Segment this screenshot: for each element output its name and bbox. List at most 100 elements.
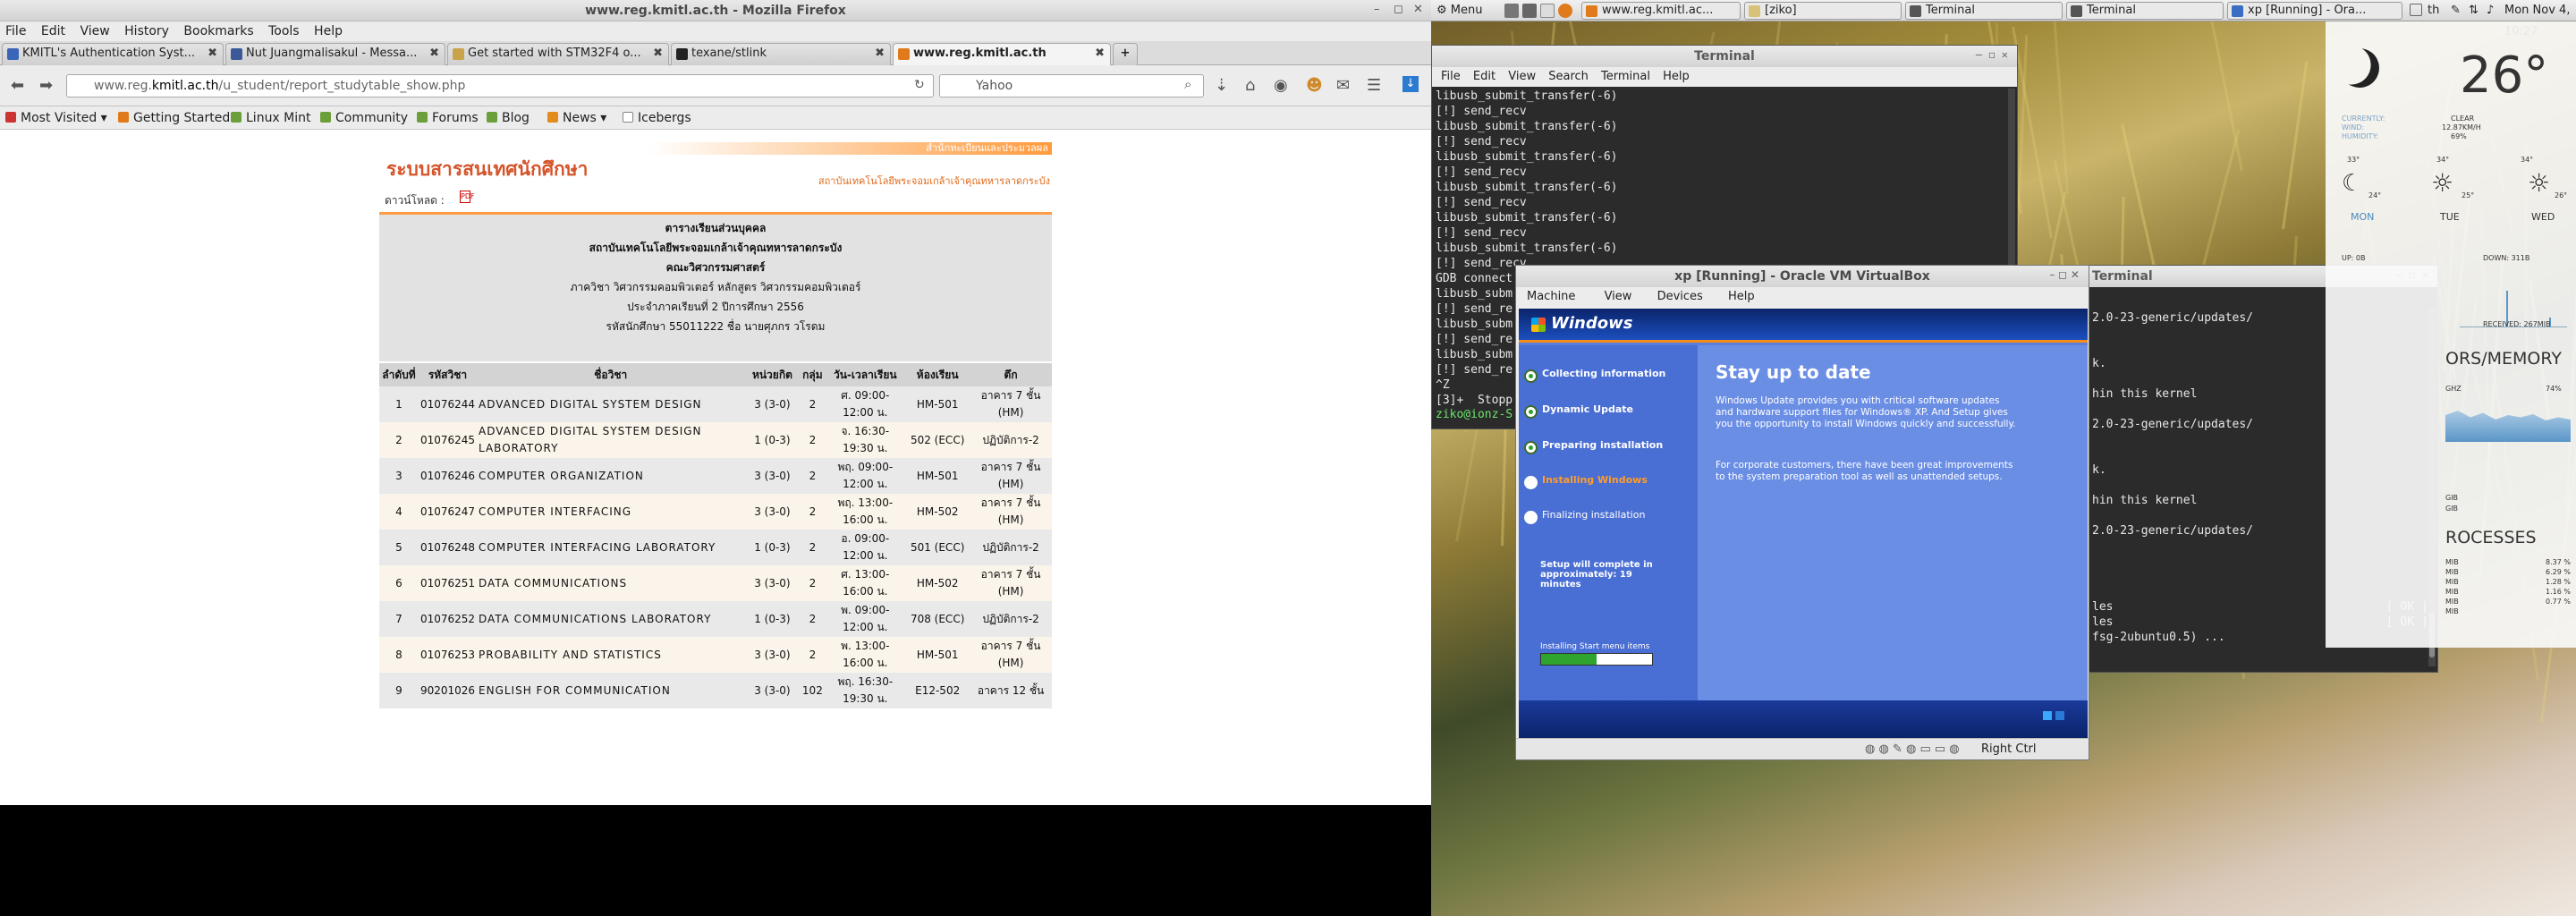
table-row: 4 01076247 COMPUTER INTERFACING 3 (3-0) 2 พฤ.… (379, 494, 1052, 530)
forward-icon[interactable]: ➡ (39, 76, 53, 95)
table-cell: 2 (800, 386, 826, 422)
download-arrow-icon[interactable]: ↓ (1402, 76, 1419, 92)
table-cell: HM-501 (905, 637, 970, 673)
vbox-menubar: Machine View Devices Help (1516, 287, 2089, 307)
close-tab-icon[interactable]: ✖ (653, 44, 663, 64)
task-ziko[interactable]: [ziko] (1744, 2, 1902, 20)
menu-help[interactable]: Help (314, 24, 343, 38)
minimize-icon[interactable]: – (1374, 3, 1380, 16)
table-cell: 2 (800, 458, 826, 494)
keyboard-layout[interactable]: th (2428, 0, 2439, 21)
table-cell: 01076248 (418, 530, 478, 565)
volume-tray-icon[interactable]: ♪ (2487, 0, 2494, 21)
task-terminal-1[interactable]: Terminal (1905, 2, 2063, 20)
tool-tray-icon[interactable]: ✎ (2451, 0, 2461, 21)
bookmark-news[interactable]: News ▾ (547, 106, 606, 130)
files-launcher-icon[interactable] (1540, 4, 1555, 18)
tab-reg-kmitl[interactable]: www.reg.kmitl.ac.th ✖ (893, 43, 1111, 65)
menu-button[interactable]: ⚙ Menu (1436, 0, 1483, 21)
menu-search[interactable]: Search (1548, 70, 1589, 83)
table-row: 7 01076252 DATA COMMUNICATIONS LABORATORY 1… (379, 601, 1052, 637)
maximize-icon[interactable]: ◻ (1394, 3, 1403, 16)
search-icon[interactable]: ⌕ (1184, 76, 1191, 92)
window-controls[interactable]: – ◻ ✕ (2049, 268, 2080, 281)
bookmark-blog[interactable]: Blog (487, 106, 530, 130)
checkbox-tray-icon[interactable] (2410, 4, 2422, 16)
bookmark-community[interactable]: Community (320, 106, 408, 130)
table-row: 5 01076248 COMPUTER INTERFACING LABORATORY… (379, 530, 1052, 565)
bookmark-linux-mint[interactable]: Linux Mint (231, 106, 311, 130)
table-cell: 2 (800, 565, 826, 601)
table-cell: จ. 16:30-19:30 น. (825, 422, 906, 458)
system-title: ระบบสารสนเทศนักศึกษา (386, 157, 589, 180)
bookmark-forums[interactable]: Forums (417, 106, 479, 130)
table-cell: HM-502 (905, 565, 970, 601)
column-header: ชื่อวิชา (477, 363, 745, 386)
close-icon[interactable]: ✕ (1413, 3, 1423, 16)
vm-screen[interactable]: Windows Collecting information Dynamic U… (1519, 309, 2088, 738)
process-cpu: 6.29 % (2546, 568, 2571, 576)
window-controls[interactable]: – ◻ ✕ (1976, 48, 2008, 61)
menu-view[interactable]: View (1508, 70, 1536, 83)
close-tab-icon[interactable]: ✖ (1095, 44, 1105, 64)
new-tab-button[interactable]: + (1113, 43, 1138, 65)
bookmark-getting-started[interactable]: Getting Started (118, 106, 230, 130)
bookmark-most-visited[interactable]: Most Visited ▾ (5, 106, 107, 130)
process-mem: MIB (2445, 568, 2459, 576)
addon-icon[interactable]: ◉ (1274, 76, 1288, 95)
firefox-launcher-icon[interactable] (1558, 4, 1572, 18)
close-tab-icon[interactable]: ✖ (429, 44, 439, 64)
terminal-launcher-icon[interactable] (1522, 4, 1537, 18)
bookmark-icebergs[interactable]: Icebergs (623, 106, 691, 130)
menu-tools[interactable]: Tools (268, 24, 300, 38)
menu-devices[interactable]: Devices (1657, 290, 1703, 303)
menu-file[interactable]: File (1441, 70, 1461, 83)
home-icon[interactable]: ⌂ (1245, 76, 1255, 95)
menu-edit[interactable]: Edit (41, 24, 65, 38)
menu-bookmarks[interactable]: Bookmarks (183, 24, 253, 38)
terminal-line: libusb_submit_transfer(-6) (1436, 150, 1618, 164)
process-row: MIB 6.29 % (2445, 568, 2571, 578)
task-virtualbox[interactable]: xp [Running] - Ora... (2227, 2, 2402, 20)
table-cell: 502 (ECC) (905, 422, 970, 458)
reload-icon[interactable]: ↻ (914, 78, 925, 92)
process-row: MIB 1.28 % (2445, 578, 2571, 588)
menu-terminal[interactable]: Terminal (1601, 70, 1650, 83)
greasemonkey-icon[interactable]: ☻ (1306, 76, 1323, 95)
tab-github-stlink[interactable]: texane/stlink ✖ (671, 43, 891, 65)
device-icons[interactable]: ◍ ◍ ✎ ◍ ▭ ▭ ◍ (1865, 739, 1960, 759)
tab-kmitl-auth[interactable]: KMITL's Authentication Syst... ✖ (2, 43, 224, 65)
menu-help[interactable]: Help (1728, 290, 1755, 303)
menu-history[interactable]: History (124, 24, 169, 38)
table-cell: พฤ. 09:00-12:00 น. (825, 458, 906, 494)
show-desktop-icon[interactable] (1504, 4, 1519, 18)
menu-icon[interactable]: ☰ (1367, 76, 1381, 95)
menu-machine[interactable]: Machine (1527, 290, 1575, 303)
search-input[interactable]: Yahoo (939, 74, 1204, 98)
process-row: MIB 8.37 % (2445, 558, 2571, 568)
terminal-icon (1910, 5, 1921, 17)
menu-file[interactable]: File (5, 24, 26, 38)
tab-facebook-messages[interactable]: Nut Juangmalisakul - Messa... ✖ (225, 43, 445, 65)
menu-view[interactable]: View (1605, 290, 1632, 303)
download-icon[interactable]: ⇣ (1215, 76, 1228, 95)
terminal-icon (2071, 5, 2082, 17)
table-cell: พฤ. 13:00-16:00 น. (825, 494, 906, 530)
network-tray-icon[interactable]: ⇅ (2469, 0, 2479, 21)
tab-stm32[interactable]: Get started with STM32F4 o... ✖ (447, 43, 669, 65)
url-bar[interactable]: www.reg.kmitl.ac.th/u_student/report_stu… (66, 74, 934, 98)
task-firefox[interactable]: www.reg.kmitl.ac... (1581, 2, 1741, 20)
back-icon[interactable]: ⬅ (11, 76, 24, 95)
terminal-prompt: ziko@ionz-S (1436, 408, 1513, 421)
pocket-icon[interactable]: ✉ (1336, 76, 1350, 95)
table-cell: 3 (3-0) (744, 673, 801, 708)
menu-help[interactable]: Help (1663, 70, 1690, 83)
terminal-line: libusb_submit_transfer(-6) (1436, 89, 1618, 103)
table-cell: ADVANCED DIGITAL SYSTEM DESIGN LABORATOR… (477, 422, 745, 458)
menu-edit[interactable]: Edit (1473, 70, 1496, 83)
close-tab-icon[interactable]: ✖ (208, 44, 217, 64)
close-tab-icon[interactable]: ✖ (875, 44, 885, 64)
pdf-icon[interactable]: PDF (460, 191, 475, 203)
menu-view[interactable]: View (80, 24, 109, 38)
task-terminal-2[interactable]: Terminal (2066, 2, 2224, 20)
